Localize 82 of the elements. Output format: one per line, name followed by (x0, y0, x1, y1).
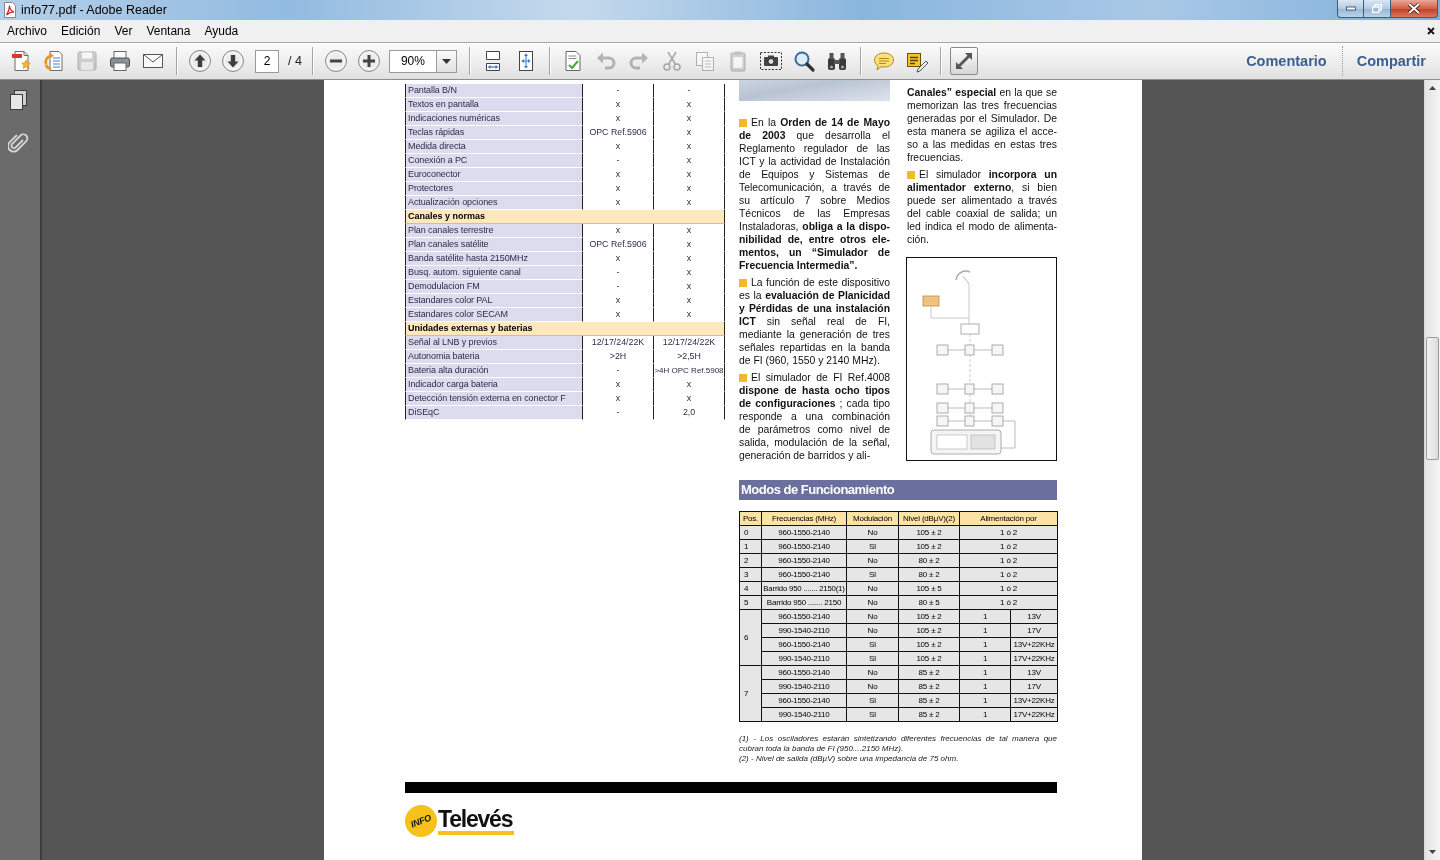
restore-icon (1372, 4, 1382, 13)
table-cell: Teclas rápidas (405, 126, 583, 140)
body-paragraph: La función de este dispositivo es la evaluación de Planicidad y Pérdidas de una instalación ICT sin señal real de FI, mediante la generación de tres señales repartidas en la banda de FI (960, 1550 y 2140 MHz). (739, 276, 890, 367)
scroll-down-arrow-icon[interactable] (1429, 850, 1436, 854)
zoom-dropdown-button[interactable] (435, 49, 457, 73)
column-header: Alimentación por (959, 511, 1058, 526)
table-cell: Banda satélite hasta 2150MHz (405, 252, 583, 266)
table-cell: Detección tensión externa en conector F (405, 392, 583, 406)
column-header: Modulación (846, 511, 899, 526)
table-cell: Indicaciones numéricas (405, 112, 583, 126)
scrollbar-thumb[interactable] (1426, 337, 1439, 460)
previous-page-button[interactable] (186, 47, 214, 75)
table-cell: Autonomia bateria (405, 350, 583, 364)
table-cell: Busq. autom. siguiente canal (405, 266, 583, 280)
zoom-field[interactable]: 90% (388, 49, 436, 73)
menu-item[interactable]: Archivo (0, 22, 54, 40)
section-title: Modos de Funcionamiento (739, 480, 1057, 500)
pane-link[interactable]: Comentario (1246, 53, 1327, 69)
table-cell: Textos en pantalla (405, 98, 583, 112)
next-page-button[interactable] (219, 47, 247, 75)
pane-link[interactable]: Compartir (1356, 53, 1426, 69)
save-icon (75, 49, 99, 73)
close-button[interactable] (1391, 0, 1438, 18)
table-cell: Señal al LNB y previos (405, 336, 583, 350)
document-arrow-icon (42, 49, 66, 73)
body-paragraph: El simulador incorpora un alimentador externo, si bien puede ser alimentado a través del cable coaxial de salida; un led indica el modo de alimenta- ción. (907, 168, 1057, 246)
plus-icon (356, 49, 381, 73)
table-cell: Euroconector (405, 168, 583, 182)
paperclip-icon (7, 132, 29, 154)
footnote: (2) - Nivel de salida (dBµV) sobre una impedancia de 75 ohm. (739, 754, 960, 764)
minimize-icon (1345, 4, 1356, 13)
table-cell: Actualización opciones (405, 196, 583, 210)
page-starburst-icon (9, 49, 33, 73)
camera-icon (758, 49, 783, 73)
section-header: Unidades externas y baterias (405, 322, 725, 336)
page-count: / 4 (288, 54, 302, 68)
page-thumbnails-button[interactable] (7, 89, 29, 111)
menu-item[interactable]: Edición (54, 22, 108, 40)
table-cell: Indicador carga bateria (405, 378, 583, 392)
page-number-field[interactable]: 2 (255, 49, 279, 73)
speech-bubble-icon (871, 49, 896, 73)
attachments-button[interactable] (7, 132, 29, 154)
table-cell: Estandares color PAL (405, 294, 583, 308)
body-paragraph: Canales” especial en la que se memorizan las tres frecuencias generadas por el Simulador. De esta manera se agiliza el acce- so a las medidas en estas tres frecuencias. (907, 86, 1057, 164)
down-arrow-icon (221, 49, 245, 73)
menu-item[interactable]: Ayuda (197, 22, 246, 40)
table-cell: Bateria alta duración (405, 364, 583, 378)
table-cell: Conexión a PC (405, 154, 583, 168)
maximize-button[interactable] (1364, 0, 1391, 18)
table-cell: Medida directa (405, 140, 583, 154)
footnote: (1) - Los osciladores estarán sintetizando diferentes frecuencias de tal manera que cubran toda la banda de FI (950....2150 MHz). (739, 734, 1057, 754)
column-header: Nivel (dBµV)(2) (898, 511, 960, 526)
section-header: Canales y normas (405, 210, 725, 224)
table-cell: Demodulacion FM (405, 280, 583, 294)
minus-icon (323, 49, 348, 73)
menu-item[interactable]: Ventana (139, 22, 198, 40)
pages-icon (7, 89, 29, 111)
table-cell: Estandares color SECAM (405, 308, 583, 322)
print-icon (108, 49, 132, 73)
table-cell: Plan canales satélite (405, 238, 583, 252)
table-cell: >4H OPC Ref.5908 (654, 364, 725, 378)
close-icon[interactable] (1427, 27, 1435, 35)
body-paragraph: En la Orden de 14 de Mayo de 2003 que desarrolla el Reglamento regulador de las ICT y la actividad de Instalación de Equipos y Sistemas de Telecomunicación, a través de su artículo 7 sobre Medios Técnicos de las Empresas Instaladoras, obliga a la dispo- nibilidad de, entre otros ele- mentos, un “Simulador de Frecuencia Intermedia”. (739, 116, 890, 272)
up-arrow-icon (188, 49, 212, 73)
table-cell: 6 (739, 609, 762, 666)
body-paragraph: El simulador de FI Ref.4008 dispone de hasta ocho tipos de configuraciones ; cada tipo responde a una combinación de parámetros como nivel de salida, modulación de la señal, generación de barridos y ali- (739, 371, 890, 462)
scroll-up-arrow-icon[interactable] (1429, 86, 1436, 90)
column-header: Pos. (739, 511, 762, 526)
full-screen-button[interactable] (949, 47, 978, 75)
table-cell: Plan canales terrestre (405, 224, 583, 238)
table-cell: DiSEqC (405, 406, 583, 420)
logo-wordmark: Televés (438, 807, 515, 835)
column-header: Frecuencias (MHz) (761, 511, 847, 526)
close-icon (1407, 3, 1421, 14)
table-cell: 7 (739, 665, 762, 722)
caret-icon (441, 58, 451, 64)
minimize-button[interactable] (1337, 0, 1364, 18)
table-cell: Pantalla B/N (405, 84, 583, 98)
table-cell: Protectores (405, 182, 583, 196)
menu-item[interactable]: Ver (107, 22, 140, 40)
window-title: info77.pdf - Adobe Reader (21, 2, 167, 18)
pdf-file-icon (3, 2, 17, 18)
